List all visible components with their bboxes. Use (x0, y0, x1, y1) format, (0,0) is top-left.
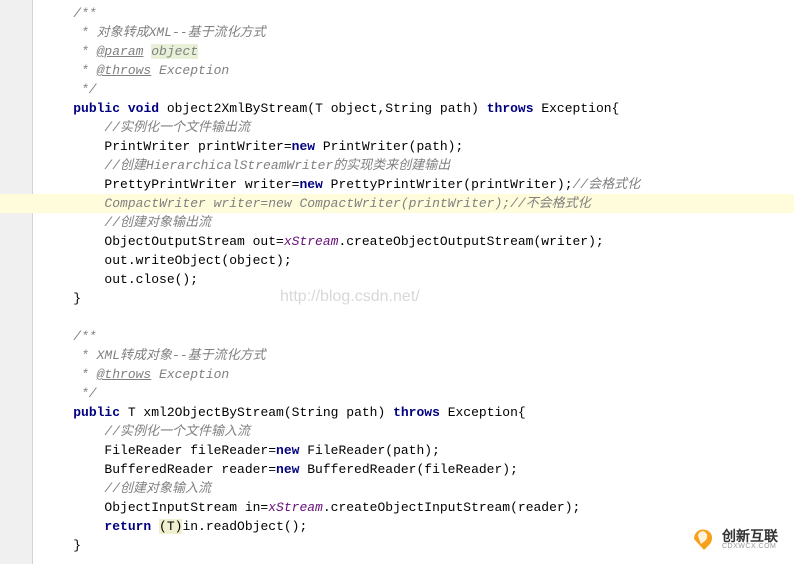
code-line[interactable]: * @throws Exception (42, 365, 794, 384)
doc-comment: * (42, 348, 97, 363)
keyword-void: void (128, 101, 159, 116)
code-line[interactable]: ObjectInputStream in=xStream.createObjec… (42, 498, 794, 517)
doc-tag: @param (97, 44, 144, 59)
doc-comment: */ (42, 386, 97, 401)
brand-name: 创新互联 (722, 529, 778, 543)
code-line[interactable]: /** (42, 4, 794, 23)
code-line[interactable]: } (42, 536, 794, 555)
param-name: object (151, 44, 198, 59)
doc-comment: * (42, 25, 97, 40)
code-line[interactable]: ObjectOutputStream out=xStream.createObj… (42, 232, 794, 251)
code-line[interactable]: public T xml2ObjectByStream(String path)… (42, 403, 794, 422)
keyword-new: new (276, 443, 299, 458)
line-comment: //不会格式化 (510, 196, 591, 211)
method-signature: T xml2ObjectByStream(String path) (120, 405, 393, 420)
doc-comment: /** (42, 6, 97, 21)
line-comment: //实例化一个文件输入流 (42, 424, 250, 439)
brand-domain: CDXWCX.COM (722, 543, 778, 550)
code-line[interactable]: */ (42, 80, 794, 99)
code-line[interactable]: out.close(); (42, 270, 794, 289)
doc-comment: */ (42, 82, 97, 97)
code-line[interactable]: */ (42, 384, 794, 403)
doc-comment: * (42, 63, 97, 78)
line-comment: //创建HierarchicalStreamWriter的实现类来创建输出 (42, 158, 450, 173)
code-line[interactable]: return (T)in.readObject(); (42, 517, 794, 536)
code-line[interactable]: PrintWriter printWriter=new PrintWriter(… (42, 137, 794, 156)
keyword-new: new (299, 177, 322, 192)
code-line[interactable]: //创建HierarchicalStreamWriter的实现类来创建输出 (42, 156, 794, 175)
code-line[interactable]: out.writeObject(object); (42, 251, 794, 270)
line-comment: //创建对象输入流 (42, 481, 211, 496)
code-line[interactable]: FileReader fileReader=new FileReader(pat… (42, 441, 794, 460)
doc-comment-text: XML转成对象--基于流化方式 (97, 348, 266, 363)
code-line[interactable]: //创建对象输入流 (42, 479, 794, 498)
code-line[interactable]: PrettyPrintWriter writer=new PrettyPrint… (42, 175, 794, 194)
doc-comment-text: 对象转成XML--基于流化方式 (97, 25, 266, 40)
doc-comment: * (42, 44, 97, 59)
code-line[interactable]: public void object2XmlByStream(T object,… (42, 99, 794, 118)
keyword-throws: throws (393, 405, 440, 420)
type-cast: (T) (159, 519, 182, 534)
line-comment: //会格式化 (573, 177, 641, 192)
brand-logo: 创新互联 CDXWCX.COM (690, 526, 778, 552)
code-editor[interactable]: /** * 对象转成XML--基于流化方式 * @param object * … (32, 0, 794, 555)
keyword-new: new (276, 462, 299, 477)
method-signature: object2XmlByStream(T object,String path) (159, 101, 487, 116)
line-comment: //创建对象输出流 (42, 215, 211, 230)
code-line[interactable]: BufferedReader reader=new BufferedReader… (42, 460, 794, 479)
keyword-public: public (73, 405, 120, 420)
line-comment: //实例化一个文件输出流 (42, 120, 250, 135)
editor-gutter (0, 0, 33, 564)
brand-logo-icon (690, 526, 716, 552)
keyword-return: return (104, 519, 151, 534)
doc-tag: @throws (97, 367, 152, 382)
field-ref: xStream (268, 500, 323, 515)
code-line[interactable]: * @throws Exception (42, 61, 794, 80)
field-ref: xStream (284, 234, 339, 249)
code-line[interactable] (42, 308, 794, 327)
commented-code: CompactWriter writer=new CompactWriter(p… (42, 196, 510, 211)
code-line-commented-out[interactable]: // CompactWriter writer=new CompactWrite… (0, 194, 794, 213)
code-line[interactable]: /** (42, 327, 794, 346)
code-line[interactable]: //实例化一个文件输出流 (42, 118, 794, 137)
code-line[interactable]: * XML转成对象--基于流化方式 (42, 346, 794, 365)
doc-tag: @throws (97, 63, 152, 78)
code-line[interactable]: //实例化一个文件输入流 (42, 422, 794, 441)
keyword-public: public (73, 101, 120, 116)
code-line[interactable]: } (42, 289, 794, 308)
doc-comment: /** (42, 329, 97, 344)
code-line[interactable]: * 对象转成XML--基于流化方式 (42, 23, 794, 42)
keyword-throws: throws (487, 101, 534, 116)
keyword-new: new (292, 139, 315, 154)
code-line[interactable]: * @param object (42, 42, 794, 61)
code-line[interactable]: //创建对象输出流 (42, 213, 794, 232)
brand-logo-text: 创新互联 CDXWCX.COM (722, 529, 778, 550)
doc-comment: * (42, 367, 97, 382)
